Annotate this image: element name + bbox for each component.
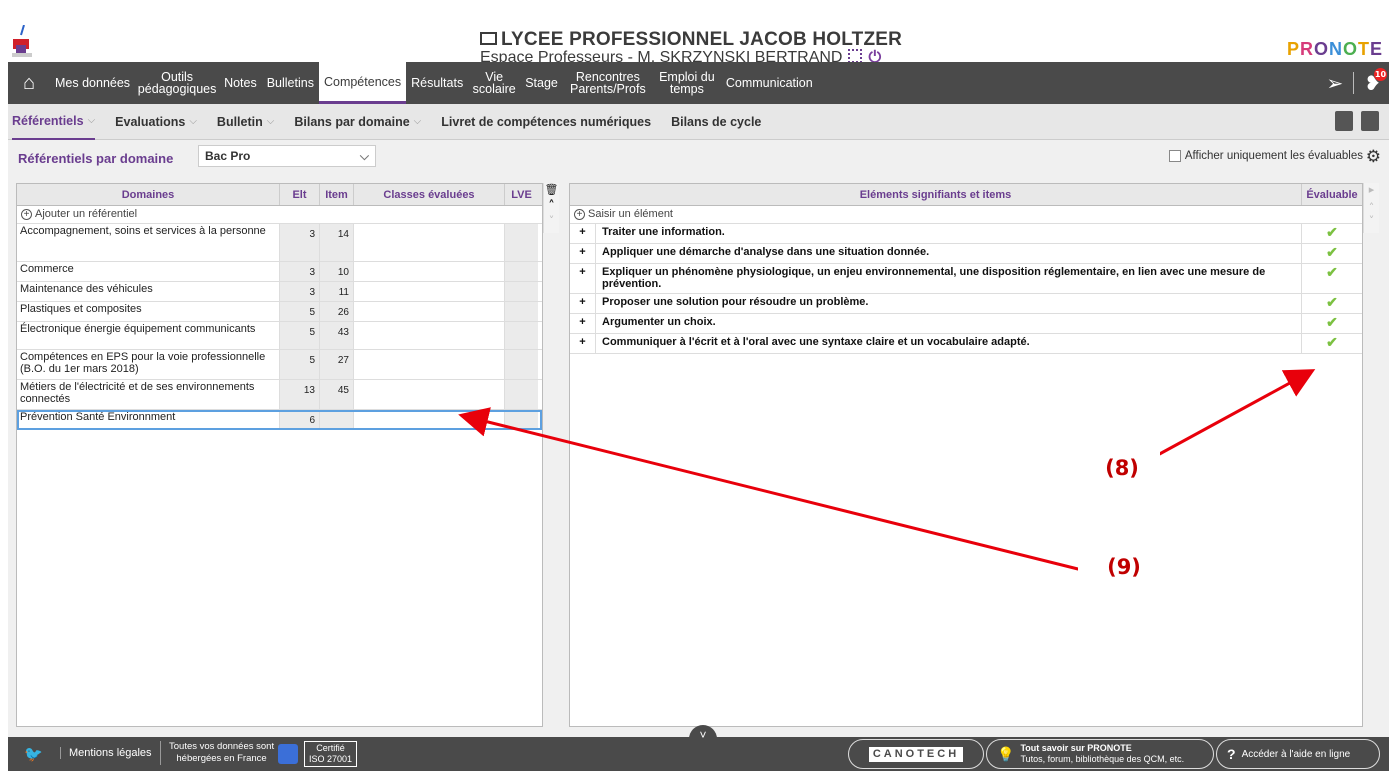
legal-link[interactable]: Mentions légales [60, 747, 152, 759]
hosting-note: Toutes vos données sont hébergées en Fran… [160, 741, 274, 765]
iso-line-2: ISO 27001 [309, 754, 353, 764]
iso-badge: Certifié ISO 27001 [304, 741, 358, 767]
hosting-line-1: Toutes vos données sont [169, 741, 275, 752]
france-icon [278, 744, 298, 764]
aide-button[interactable]: ? Accéder à l'aide en ligne [1216, 739, 1380, 769]
iso-line-1: Certifié [316, 743, 345, 753]
arrow-8 [1142, 369, 1316, 465]
footer: ˅ 🐦 Mentions légales Toutes vos données … [8, 725, 1389, 771]
annotation-9: (9) [1078, 538, 1170, 596]
tout-savoir-subtitle: Tutos, forum, bibliothèque des QCM, etc. [1020, 754, 1185, 764]
tout-savoir-text: Tout savoir sur PRONOTE Tutos, forum, bib… [1020, 743, 1184, 765]
annotation-arrows [458, 369, 1316, 574]
aide-label: Accéder à l'aide en ligne [1241, 748, 1351, 760]
canotech-button[interactable]: CANOTECH [848, 739, 984, 769]
tout-savoir-title: Tout savoir sur PRONOTE [1020, 743, 1132, 753]
app-window: LYCEE PROFESSIONNEL JACOB HOLTZER Espace… [0, 0, 1397, 771]
hosting-line-2: hébergées en France [176, 753, 267, 764]
chevron-down-icon[interactable]: ˅ [689, 725, 717, 745]
arrow-9 [458, 407, 1091, 574]
help-icon: ? [1227, 745, 1236, 762]
annotation-8: (8) [1084, 440, 1160, 496]
tout-savoir-button[interactable]: 💡 Tout savoir sur PRONOTE Tutos, forum, bi… [986, 739, 1214, 769]
lightbulb-icon: 💡 [997, 745, 1015, 762]
twitter-icon[interactable]: 🐦 [24, 745, 43, 763]
canotech-label: CANOTECH [868, 746, 964, 762]
